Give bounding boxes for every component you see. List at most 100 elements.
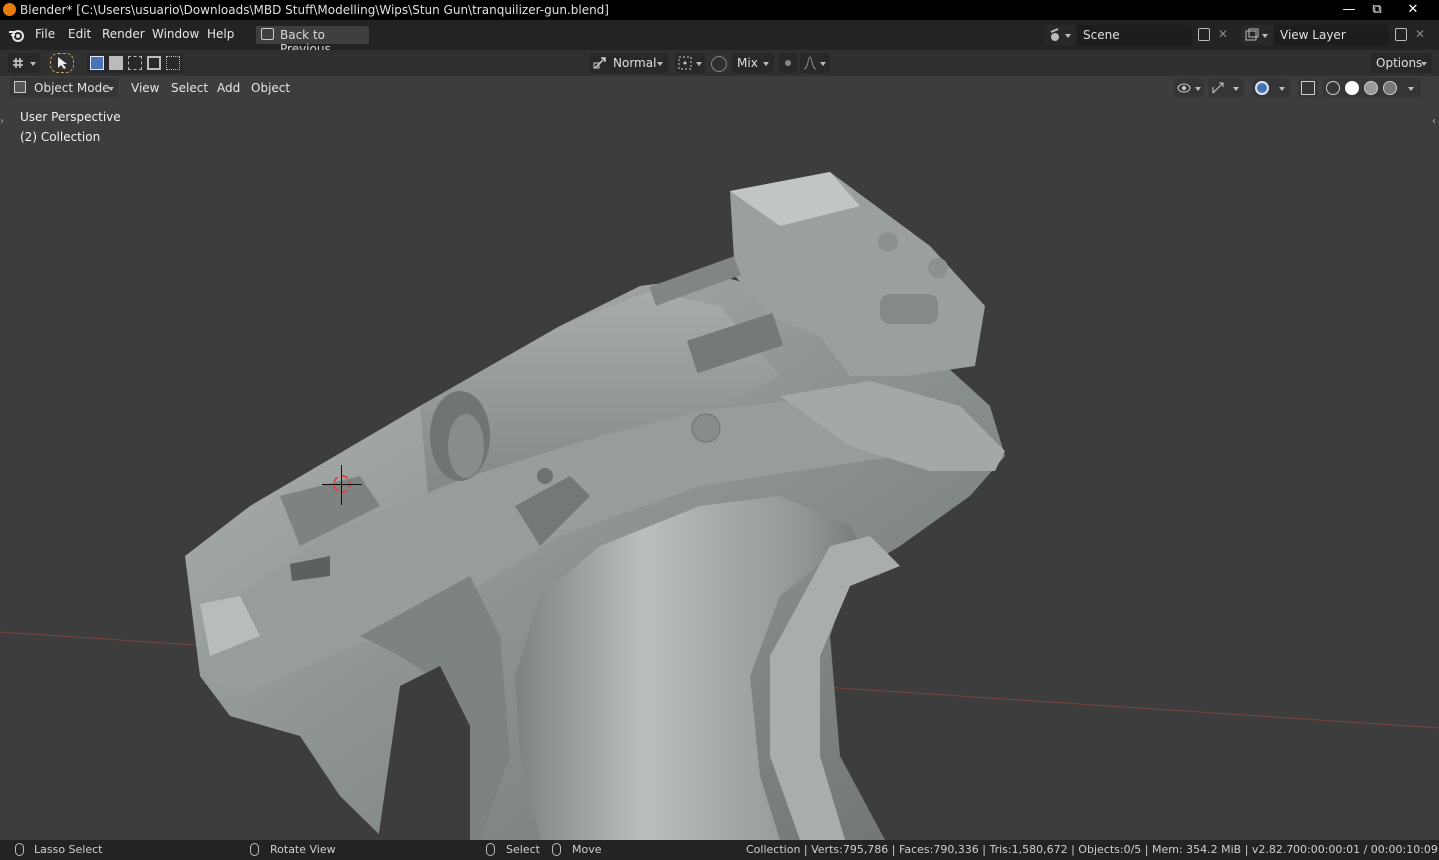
viewport-menu-select[interactable]: Select xyxy=(171,81,208,95)
object-mode-value: Object Mode xyxy=(34,81,110,95)
status-move: Move xyxy=(572,843,602,856)
menu-edit[interactable]: Edit xyxy=(68,27,91,41)
sidebar-expand-icon[interactable]: ‹ xyxy=(1432,116,1438,128)
object-mode-dropdown[interactable]: Object Mode xyxy=(10,78,118,98)
material-preview-shading-icon[interactable] xyxy=(1364,81,1378,95)
mouse-middle-icon xyxy=(250,843,259,856)
menu-window[interactable]: Window xyxy=(152,27,199,41)
set-new-selection-icon[interactable] xyxy=(90,56,104,70)
viewport-perspective-label: User Perspective xyxy=(20,110,121,124)
status-select: Select xyxy=(506,843,540,856)
view-layer-name-value: View Layer xyxy=(1280,28,1346,42)
top-menu-bar: File Edit Render Window Help Back to Pre… xyxy=(0,20,1439,56)
chevron-down-icon xyxy=(657,62,663,66)
new-scene-icon[interactable] xyxy=(1198,28,1210,41)
gizmo-icon xyxy=(1212,82,1224,94)
proportional-editing-toggle[interactable] xyxy=(778,53,798,73)
xray-icon xyxy=(1301,81,1315,95)
pivot-point-dropdown[interactable] xyxy=(675,53,705,73)
minimize-button[interactable]: — xyxy=(1334,0,1364,20)
chevron-down-icon xyxy=(1279,87,1285,91)
chevron-down-icon xyxy=(1065,34,1071,38)
proportional-editing-icon xyxy=(785,60,791,66)
viewport-menu-view[interactable]: View xyxy=(131,81,159,95)
snap-mode-dropdown[interactable]: Mix xyxy=(732,53,774,73)
rendered-shading-icon[interactable] xyxy=(1383,81,1397,95)
3d-viewport[interactable]: User Perspective (2) Collection › ‹ xyxy=(0,76,1439,840)
3d-cursor-crosshair-v xyxy=(341,465,342,505)
view-layer-browse-button[interactable] xyxy=(1241,25,1273,45)
viewport-collection-label: (2) Collection xyxy=(20,130,101,144)
status-bar: Lasso Select Rotate View Select Move Col… xyxy=(0,840,1439,860)
mouse-left-icon xyxy=(15,843,24,856)
chevron-down-icon xyxy=(763,62,769,66)
object-mode-icon xyxy=(14,81,26,93)
wireframe-shading-icon[interactable] xyxy=(1326,81,1340,95)
scene-name-value: Scene xyxy=(1083,28,1120,42)
invert-selection-icon[interactable] xyxy=(147,56,161,70)
status-lasso-select: Lasso Select xyxy=(34,843,103,856)
scene-icon xyxy=(1050,28,1059,41)
lasso-select-tool-icon[interactable] xyxy=(50,53,74,73)
selection-mode-group xyxy=(87,53,183,73)
editor-type-button[interactable] xyxy=(8,53,40,73)
shading-mode-group xyxy=(1323,78,1421,98)
subtract-selection-icon[interactable] xyxy=(128,56,142,70)
snap-mode-value: Mix xyxy=(737,56,758,70)
view-layer-icon xyxy=(1245,28,1259,41)
3d-cursor-crosshair-h xyxy=(322,484,362,485)
options-dropdown[interactable]: Options xyxy=(1370,53,1432,73)
pivot-point-icon xyxy=(678,56,692,70)
orientation-icon xyxy=(593,57,606,69)
tool-settings-header: Normal Mix Options xyxy=(0,50,1439,76)
back-to-previous-button[interactable]: Back to Previous xyxy=(255,25,370,56)
delete-scene-icon[interactable]: ✕ xyxy=(1218,28,1232,42)
chevron-down-icon xyxy=(1421,62,1427,66)
chevron-down-icon xyxy=(820,62,826,66)
chevron-down-icon xyxy=(108,87,114,91)
delete-view-layer-icon[interactable]: ✕ xyxy=(1415,28,1429,42)
chevron-down-icon xyxy=(1233,87,1239,91)
chevron-down-icon xyxy=(1195,87,1201,91)
chevron-down-icon[interactable] xyxy=(1408,87,1414,91)
scene-statistics: Collection | Verts:795,786 | Faces:790,3… xyxy=(746,843,1294,856)
chevron-down-icon xyxy=(696,62,702,66)
viewport-menu-object[interactable]: Object xyxy=(251,81,290,95)
solid-shading-icon[interactable] xyxy=(1345,81,1359,95)
menu-file[interactable]: File xyxy=(35,27,55,41)
blender-menu-icon[interactable] xyxy=(8,27,26,43)
menu-render[interactable]: Render xyxy=(102,27,145,41)
viewport-menu-add[interactable]: Add xyxy=(217,81,240,95)
xray-toggle[interactable] xyxy=(1298,78,1318,98)
back-icon xyxy=(261,28,274,40)
window-title: Blender* [C:\Users\usuario\Downloads\MBD… xyxy=(20,3,609,17)
editor-type-icon xyxy=(13,58,23,68)
snap-icon[interactable] xyxy=(711,56,727,72)
new-view-layer-icon[interactable] xyxy=(1395,28,1407,41)
transform-orientation-dropdown[interactable]: Normal xyxy=(590,53,668,73)
menu-help[interactable]: Help xyxy=(207,27,234,41)
visibility-dropdown[interactable] xyxy=(1174,78,1204,98)
gizmo-dropdown[interactable] xyxy=(1208,78,1244,98)
scene-name-field[interactable]: Scene xyxy=(1077,25,1192,45)
overlays-icon xyxy=(1255,81,1269,95)
options-label: Options xyxy=(1376,56,1423,70)
transform-orientation-value: Normal xyxy=(613,56,657,70)
chevron-down-icon xyxy=(1262,34,1268,38)
viewport-header: Object Mode View Select Add Object xyxy=(0,76,1439,100)
intersect-selection-icon[interactable] xyxy=(166,56,180,70)
mouse-drag-icon xyxy=(552,843,561,856)
chevron-down-icon xyxy=(30,62,36,66)
mouse-right-icon xyxy=(486,843,495,856)
extend-selection-icon[interactable] xyxy=(109,56,123,70)
scene-browse-button[interactable] xyxy=(1044,25,1076,45)
toolbar-expand-icon[interactable]: › xyxy=(0,116,6,128)
status-rotate-view: Rotate View xyxy=(270,843,336,856)
overlays-dropdown[interactable] xyxy=(1252,78,1290,98)
maximize-button[interactable]: ⧉ xyxy=(1362,0,1392,20)
close-window-button[interactable]: ✕ xyxy=(1398,0,1428,20)
view-layer-name-field[interactable]: View Layer xyxy=(1274,25,1389,45)
proportional-falloff-dropdown[interactable] xyxy=(800,53,830,73)
gun-model-render xyxy=(0,172,1439,840)
playback-time: 00:00:00:01 / 00:00:10:09 xyxy=(1293,843,1438,856)
